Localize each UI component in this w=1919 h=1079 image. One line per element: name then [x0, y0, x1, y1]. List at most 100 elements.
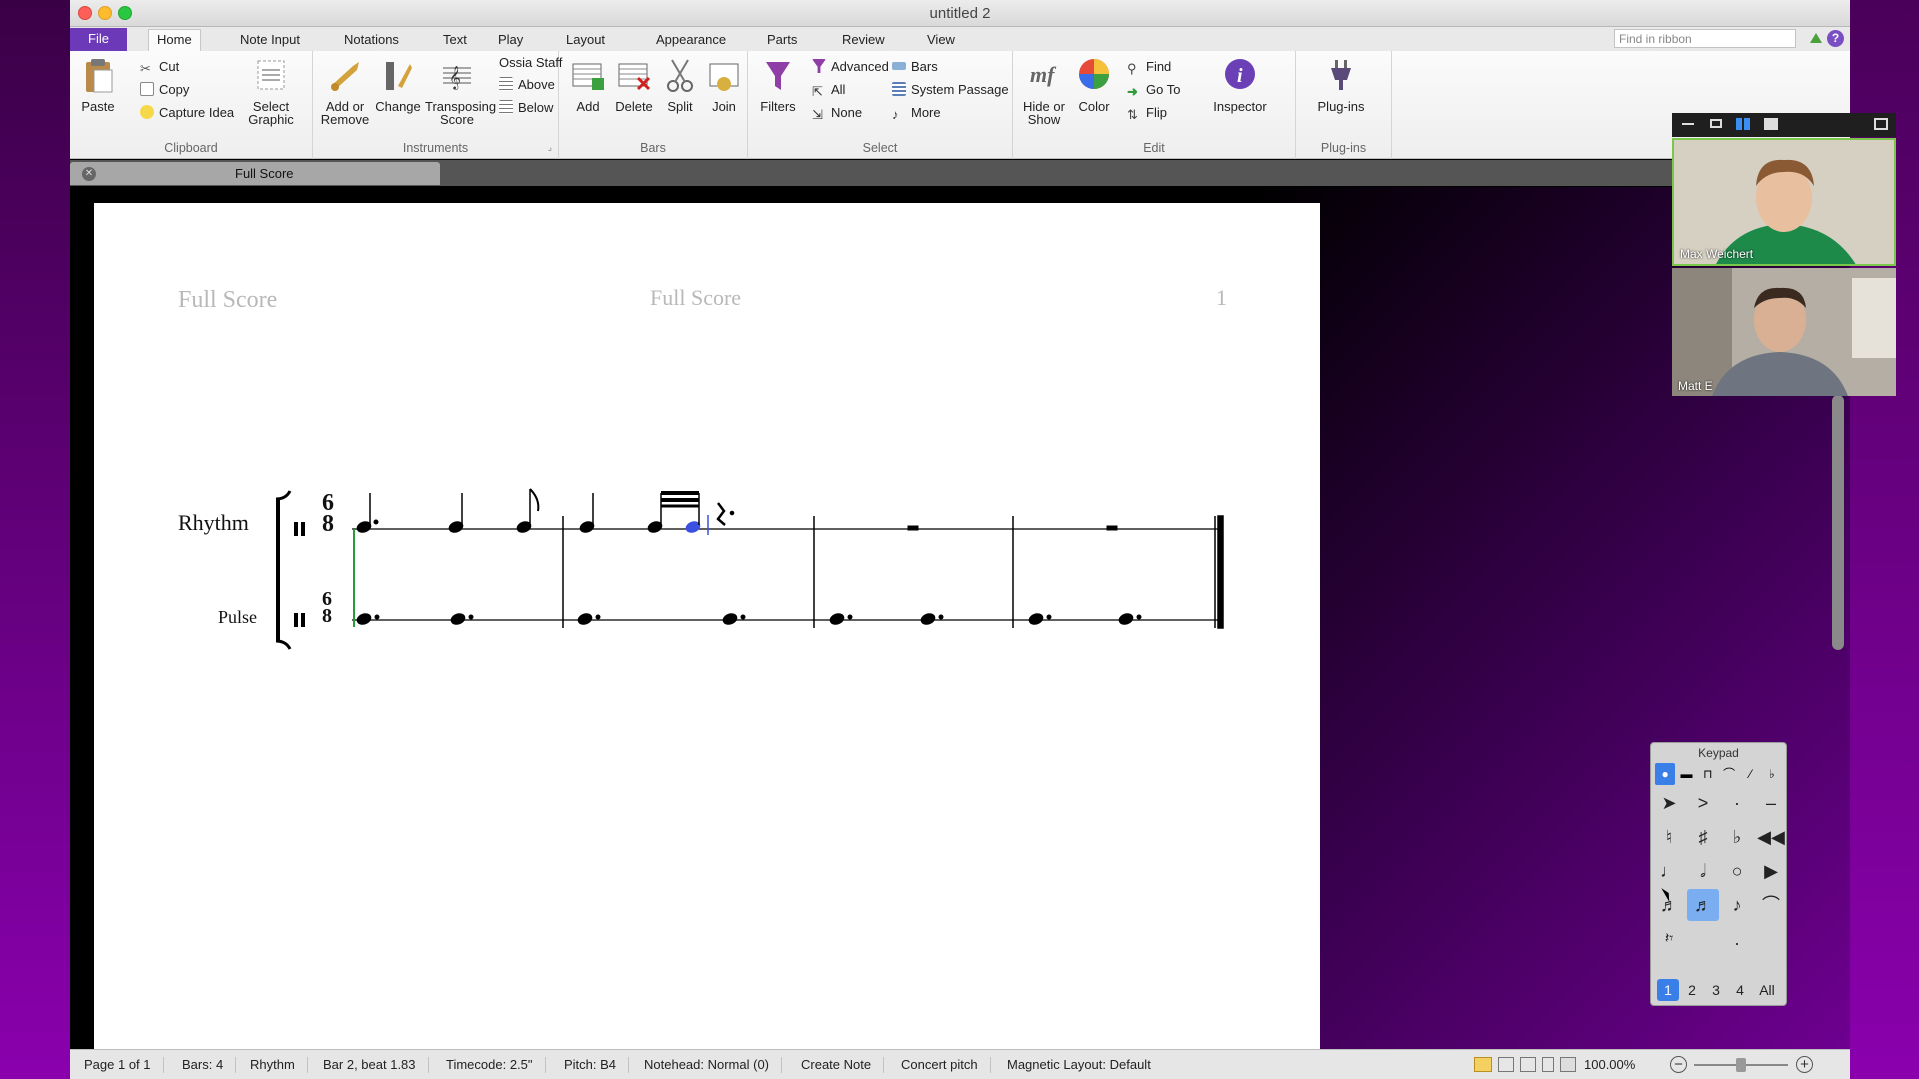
- select-all-button[interactable]: ⇱ All: [812, 82, 845, 99]
- keypad-voice-2[interactable]: 2: [1681, 979, 1703, 1001]
- transposing-score-button[interactable]: 𝄞 Transposing Score: [425, 56, 496, 126]
- keypad-voice-all[interactable]: All: [1753, 979, 1781, 1001]
- keypad-flat-key[interactable]: ♭: [1721, 821, 1753, 853]
- collapse-ribbon-icon[interactable]: [1810, 33, 1822, 43]
- keypad-dot-key[interactable]: .: [1721, 923, 1753, 955]
- keypad-16th-note-key[interactable]: ♬: [1687, 889, 1719, 921]
- tab-text[interactable]: Text: [435, 30, 475, 49]
- keypad-accidentals-tab[interactable]: ♭: [1762, 763, 1782, 785]
- svg-text:i: i: [1237, 65, 1243, 87]
- keypad-voice-3[interactable]: 3: [1705, 979, 1727, 1001]
- keypad-jazz-tab[interactable]: ⁄: [1740, 763, 1760, 785]
- zoom-in-icon[interactable]: +: [1796, 1056, 1813, 1073]
- flip-button[interactable]: ⇅ Flip: [1127, 105, 1167, 122]
- keypad-natural-key[interactable]: ♮: [1653, 821, 1685, 853]
- select-none-button[interactable]: ⇲ None: [812, 105, 862, 122]
- speaker-view-icon[interactable]: [1710, 119, 1722, 128]
- keypad-rest-key[interactable]: 𝄽𝄾: [1653, 923, 1685, 955]
- tab-home[interactable]: Home: [148, 29, 201, 51]
- tab-file[interactable]: File: [70, 28, 127, 51]
- full-score-tab[interactable]: ✕ Full Score: [70, 162, 440, 185]
- keypad-play-key[interactable]: ▶: [1755, 855, 1787, 887]
- zoom-out-icon[interactable]: −: [1670, 1056, 1687, 1073]
- tab-play[interactable]: Play: [490, 30, 531, 49]
- keypad-more-notes-tab[interactable]: ▬: [1676, 763, 1696, 785]
- close-tab-icon[interactable]: ✕: [82, 167, 96, 181]
- paste-button[interactable]: Paste: [76, 56, 120, 113]
- keypad-voice-1[interactable]: 1: [1657, 979, 1679, 1001]
- find-in-ribbon-input[interactable]: Find in ribbon: [1614, 29, 1796, 48]
- select-graphic-button[interactable]: Select Graphic: [240, 56, 302, 126]
- tab-layout[interactable]: Layout: [558, 30, 613, 49]
- score-page[interactable]: Full Score Full Score 1 Rhythm Pulse 68 …: [94, 203, 1320, 1065]
- status-timecode: Timecode: 2.5": [446, 1057, 546, 1073]
- select-bars-button[interactable]: Bars: [892, 59, 938, 74]
- page-view-icon[interactable]: [1474, 1057, 1492, 1072]
- barlines: [562, 515, 1224, 629]
- filters-button[interactable]: Filters: [756, 56, 800, 113]
- keypad-pointer-key[interactable]: ➤: [1653, 787, 1685, 819]
- change-instrument-button[interactable]: Change: [373, 56, 423, 113]
- cut-button[interactable]: ✂ Cut: [140, 59, 180, 76]
- hide-show-button[interactable]: mf Hide or Show: [1019, 56, 1069, 126]
- title-bar: untitled 2: [70, 0, 1850, 27]
- bars-group-label: Bars: [640, 141, 666, 155]
- video-tile-matt[interactable]: Matt E: [1672, 268, 1896, 396]
- plugins-button[interactable]: Plug-ins: [1308, 56, 1374, 113]
- add-remove-instruments-button[interactable]: Add or Remove: [319, 56, 371, 126]
- gallery-view-icon[interactable]: [1736, 118, 1750, 130]
- ossia-above-button[interactable]: Above: [499, 77, 555, 92]
- vertical-scrollbar[interactable]: [1832, 395, 1844, 650]
- keypad-accent-key[interactable]: >: [1687, 787, 1719, 819]
- capture-idea-button[interactable]: Capture Idea: [140, 105, 234, 120]
- select-advanced-button[interactable]: Advanced: [812, 59, 889, 74]
- delete-bar-button[interactable]: Delete: [613, 56, 655, 113]
- keypad-tenuto-key[interactable]: –: [1755, 787, 1787, 819]
- pop-out-video-icon[interactable]: [1874, 118, 1888, 130]
- keypad-articulations-tab[interactable]: ⌒: [1719, 763, 1739, 785]
- fullscreen-video-icon[interactable]: [1764, 118, 1778, 130]
- advanced-filter-icon: [812, 59, 826, 73]
- ossia-below-button[interactable]: Below: [499, 100, 553, 115]
- keypad-sharp-key[interactable]: ♯: [1687, 821, 1719, 853]
- keypad-half-note-key[interactable]: 𝅗𝅥: [1687, 855, 1719, 887]
- tab-parts[interactable]: Parts: [759, 30, 805, 49]
- dialog-launcher-icon[interactable]: ⌟: [548, 142, 552, 153]
- copy-button[interactable]: Copy: [140, 82, 189, 97]
- keypad-whole-note-key[interactable]: ○: [1721, 855, 1753, 887]
- add-bar-button[interactable]: Add: [569, 56, 607, 113]
- tab-note-input[interactable]: Note Input: [232, 30, 308, 49]
- find-button[interactable]: ⚲ Find: [1127, 59, 1171, 76]
- svg-text:𝄞: 𝄞: [449, 67, 461, 90]
- join-bar-button[interactable]: Join: [705, 56, 743, 113]
- keypad-common-notes-tab[interactable]: ●: [1655, 763, 1676, 785]
- video-tile-max[interactable]: Max Weichert: [1672, 138, 1896, 266]
- keypad-staccato-key[interactable]: ·: [1721, 787, 1753, 819]
- binoculars-icon: ⚲: [1127, 61, 1137, 76]
- help-icon[interactable]: ?: [1827, 30, 1844, 47]
- keypad-rewind-key[interactable]: ◀◀: [1755, 821, 1787, 853]
- minimize-video-icon[interactable]: [1682, 123, 1694, 125]
- keypad-quarter-note-key[interactable]: ♩: [1653, 855, 1685, 887]
- select-system-passage-button[interactable]: System Passage: [892, 82, 1009, 97]
- keypad-tie-key[interactable]: ⌒: [1755, 889, 1787, 921]
- vertical-view-icon[interactable]: [1542, 1057, 1554, 1072]
- tab-view[interactable]: View: [919, 30, 963, 49]
- tab-notations[interactable]: Notations: [336, 30, 407, 49]
- spreads-view-icon[interactable]: [1498, 1057, 1514, 1072]
- keypad-voice-4[interactable]: 4: [1729, 979, 1751, 1001]
- panorama-view-icon[interactable]: [1560, 1057, 1576, 1072]
- inspector-button[interactable]: i Inspector: [1209, 56, 1271, 113]
- split-bar-button[interactable]: Split: [661, 56, 699, 113]
- keypad-beams-tab[interactable]: ⊓: [1698, 763, 1718, 785]
- go-to-button[interactable]: ➜ Go To: [1127, 82, 1180, 99]
- trumpet-icon: [331, 62, 359, 91]
- select-more-button[interactable]: ♪ More: [892, 105, 941, 122]
- keypad-eighth-note-key[interactable]: ♪: [1721, 889, 1753, 921]
- tab-review[interactable]: Review: [834, 30, 893, 49]
- cut-label: Cut: [159, 59, 180, 74]
- tab-appearance[interactable]: Appearance: [648, 30, 734, 49]
- horizontal-view-icon[interactable]: [1520, 1057, 1536, 1072]
- color-button[interactable]: Color: [1073, 56, 1115, 113]
- zoom-slider-thumb[interactable]: [1736, 1058, 1746, 1072]
